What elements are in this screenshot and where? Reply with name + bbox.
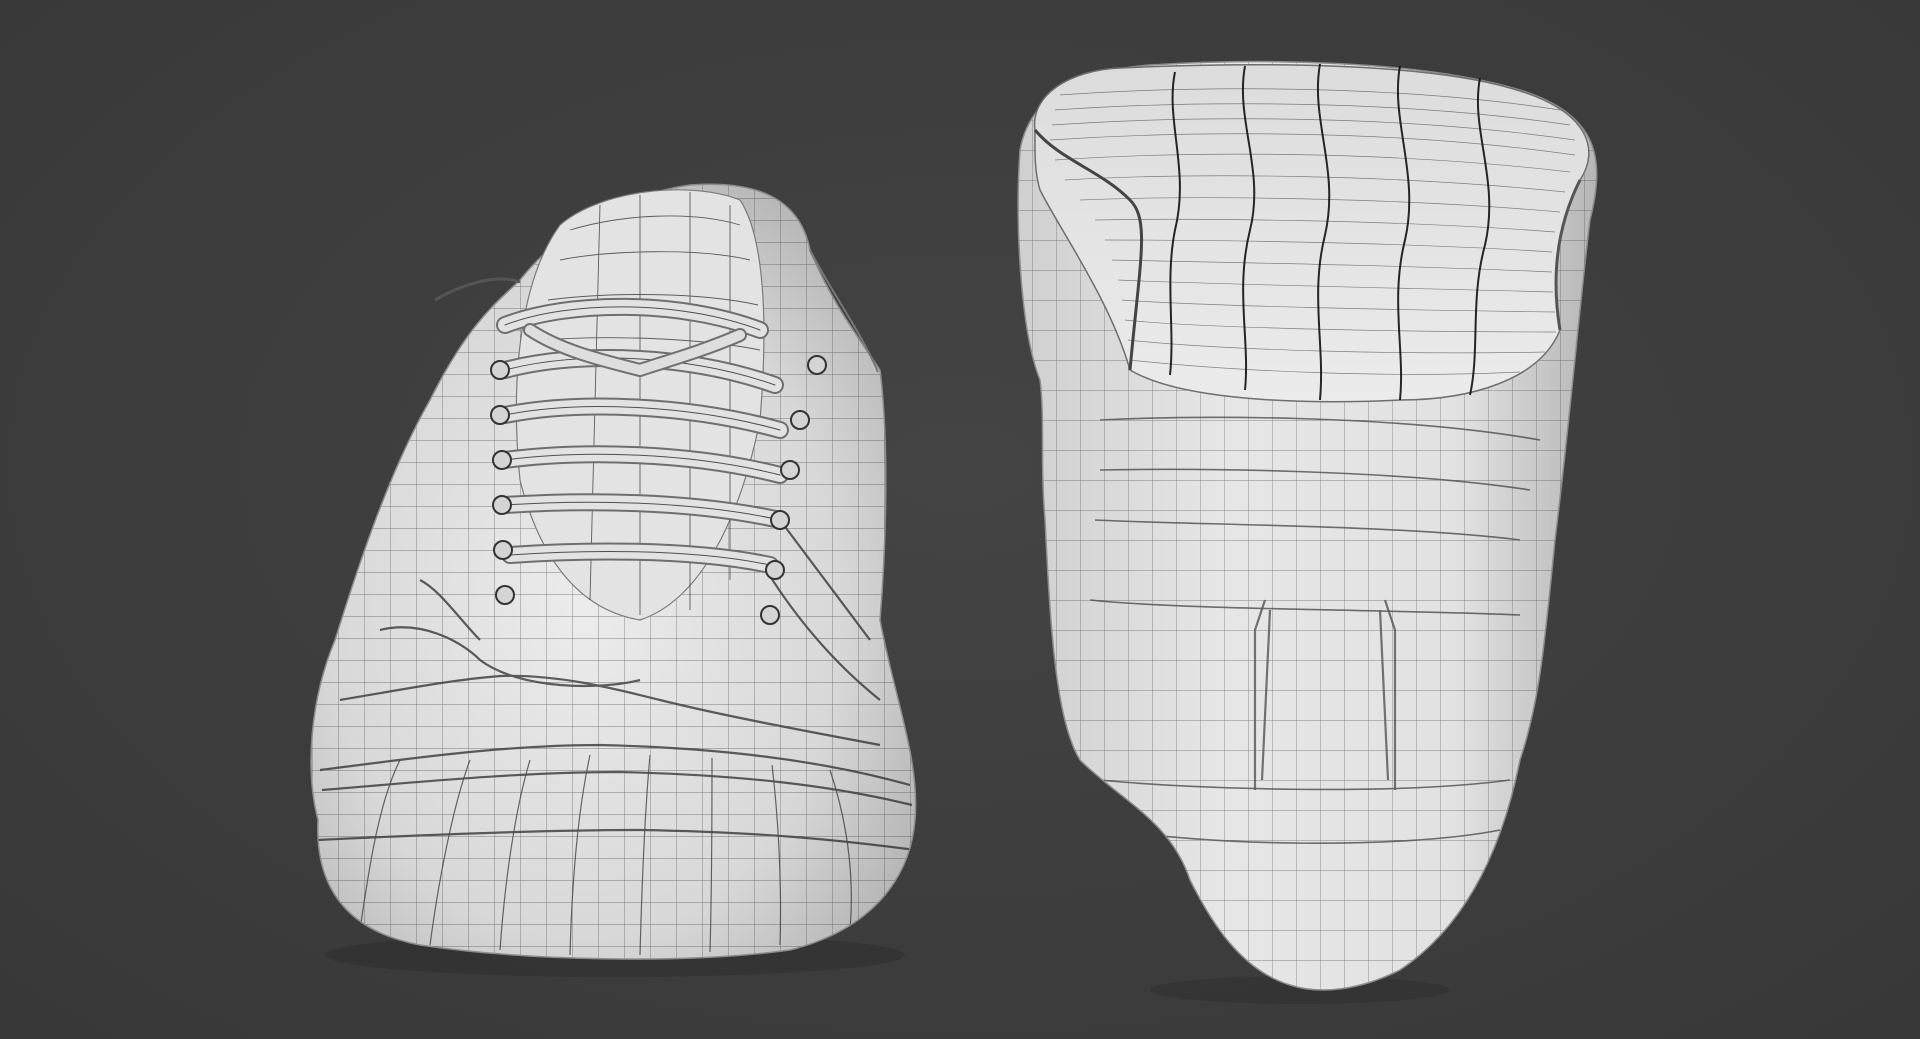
wireframe-render [300,50,1620,1010]
sneaker-front-view[interactable] [300,170,940,977]
sneaker-back-view[interactable] [1010,50,1620,1010]
3d-viewport[interactable] [0,0,1920,1039]
